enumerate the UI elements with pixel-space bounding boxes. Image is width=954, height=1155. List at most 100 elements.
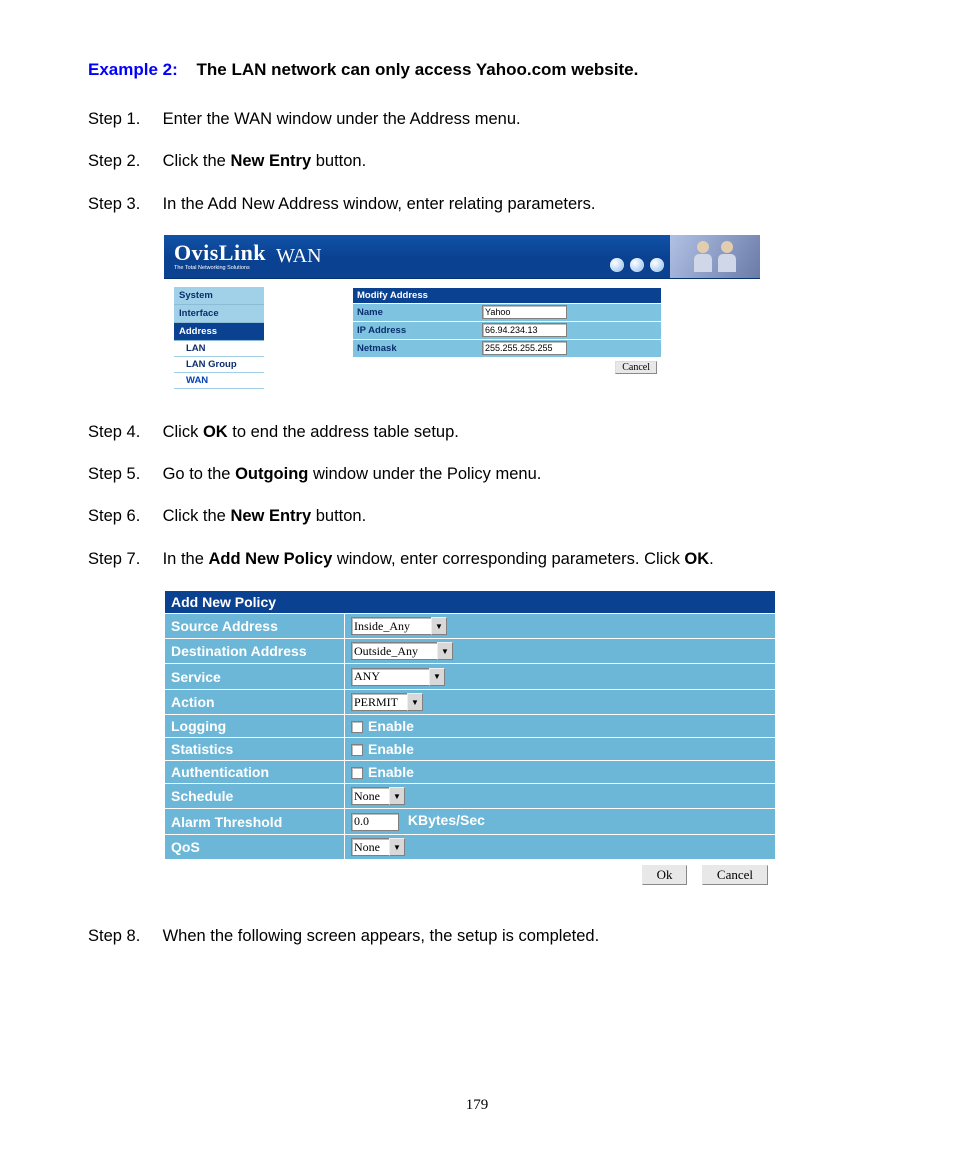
service-label: Service [165,664,345,689]
modify-address-form: Modify Address Name IP Address Netmask C… [352,287,662,378]
step-label: Step 2. [88,150,158,172]
step-5: Step 5. Go to the Outgoing window under … [88,463,866,485]
nav-lan[interactable]: LAN [174,341,264,357]
qos-select[interactable]: ▼ [351,838,405,856]
step-label: Step 7. [88,548,158,570]
step-bold: OK [684,550,709,568]
brand-tagline: The Total Networking Solutions [174,266,266,272]
statistics-checkbox[interactable] [351,744,363,756]
nav-lan-group[interactable]: LAN Group [174,357,264,373]
step-3: Step 3. In the Add New Address window, e… [88,193,866,215]
schedule-label: Schedule [165,784,345,809]
step-text: window under the Policy menu. [308,465,541,483]
step-label: Step 3. [88,193,158,215]
step-text: . [709,550,714,568]
cancel-button[interactable]: Cancel [615,361,657,374]
chevron-down-icon[interactable]: ▼ [431,617,447,635]
form-header: Modify Address [353,288,661,303]
step-text: to end the address table setup. [228,423,459,441]
netmask-input[interactable] [482,341,567,355]
step-8: Step 8. When the following screen appear… [88,925,866,947]
step-bold: Add New Policy [208,550,332,568]
nav-address[interactable]: Address [174,323,264,341]
example-label: Example 2: [88,60,178,79]
alarm-unit: KBytes/Sec [408,812,485,828]
qos-value[interactable] [351,838,389,856]
action-label: Action [165,689,345,714]
qos-label: QoS [165,834,345,859]
cancel-button[interactable]: Cancel [702,865,768,885]
step-text: In the [163,550,209,568]
brand-name: OvisLink [174,240,266,265]
step-2: Step 2. Click the New Entry button. [88,150,866,172]
banner: OvisLink The Total Networking Solutions … [164,235,760,279]
step-label: Step 5. [88,463,158,485]
action-select[interactable]: ▼ [351,693,423,711]
destination-address-label: Destination Address [165,639,345,664]
schedule-select[interactable]: ▼ [351,787,405,805]
alarm-threshold-input[interactable] [351,813,399,831]
step-text: Click the [163,152,231,170]
enable-text: Enable [368,764,414,780]
side-nav: System Interface Address LAN LAN Group W… [174,287,264,389]
example-title: Example 2: The LAN network can only acce… [88,60,866,80]
step-text: button. [311,152,366,170]
source-address-label: Source Address [165,613,345,638]
banner-page-title: WAN [276,245,322,268]
destination-address-value[interactable] [351,642,437,660]
service-select[interactable]: ▼ [351,668,445,686]
chevron-down-icon[interactable]: ▼ [389,838,405,856]
chevron-down-icon[interactable]: ▼ [429,668,445,686]
ip-label: IP Address [353,322,478,339]
schedule-value[interactable] [351,787,389,805]
chevron-down-icon[interactable]: ▼ [407,693,423,711]
step-text: window, enter corresponding parameters. … [332,550,684,568]
step-text: Click [163,423,203,441]
action-value[interactable] [351,693,407,711]
step-1: Step 1. Enter the WAN window under the A… [88,108,866,130]
step-bold: OK [203,423,228,441]
nav-system[interactable]: System [174,287,264,305]
step-bold: Outgoing [235,465,308,483]
step-text: In the Add New Address window, enter rel… [163,195,596,213]
step-label: Step 4. [88,421,158,443]
enable-text: Enable [368,718,414,734]
authentication-label: Authentication [165,761,345,784]
brand-logo: OvisLink The Total Networking Solutions [164,242,266,272]
chevron-down-icon[interactable]: ▼ [437,642,453,660]
alarm-threshold-label: Alarm Threshold [165,809,345,835]
logging-checkbox[interactable] [351,721,363,733]
nav-wan[interactable]: WAN [174,373,264,389]
screenshot-wan-address: OvisLink The Total Networking Solutions … [164,235,760,397]
name-label: Name [353,304,478,321]
destination-address-select[interactable]: ▼ [351,642,453,660]
name-input[interactable] [482,305,567,319]
service-value[interactable] [351,668,429,686]
step-bold: New Entry [230,507,311,525]
step-text: When the following screen appears, the s… [163,927,600,945]
policy-header: Add New Policy [165,590,776,613]
step-label: Step 1. [88,108,158,130]
step-4: Step 4. Click OK to end the address tabl… [88,421,866,443]
statistics-label: Statistics [165,738,345,761]
globe-icon [610,258,664,272]
nav-interface[interactable]: Interface [174,305,264,323]
chevron-down-icon[interactable]: ▼ [389,787,405,805]
step-6: Step 6. Click the New Entry button. [88,505,866,527]
netmask-label: Netmask [353,340,478,357]
example-text: The LAN network can only access Yahoo.co… [197,60,639,79]
step-text: Go to the [163,465,235,483]
authentication-checkbox[interactable] [351,767,363,779]
step-label: Step 6. [88,505,158,527]
step-7: Step 7. In the Add New Policy window, en… [88,548,866,570]
step-label: Step 8. [88,925,158,947]
step-text: Click the [163,507,231,525]
source-address-value[interactable] [351,617,431,635]
step-text: button. [311,507,366,525]
step-bold: New Entry [230,152,311,170]
ok-button[interactable]: Ok [642,865,688,885]
logging-label: Logging [165,715,345,738]
source-address-select[interactable]: ▼ [351,617,447,635]
enable-text: Enable [368,741,414,757]
ip-input[interactable] [482,323,567,337]
